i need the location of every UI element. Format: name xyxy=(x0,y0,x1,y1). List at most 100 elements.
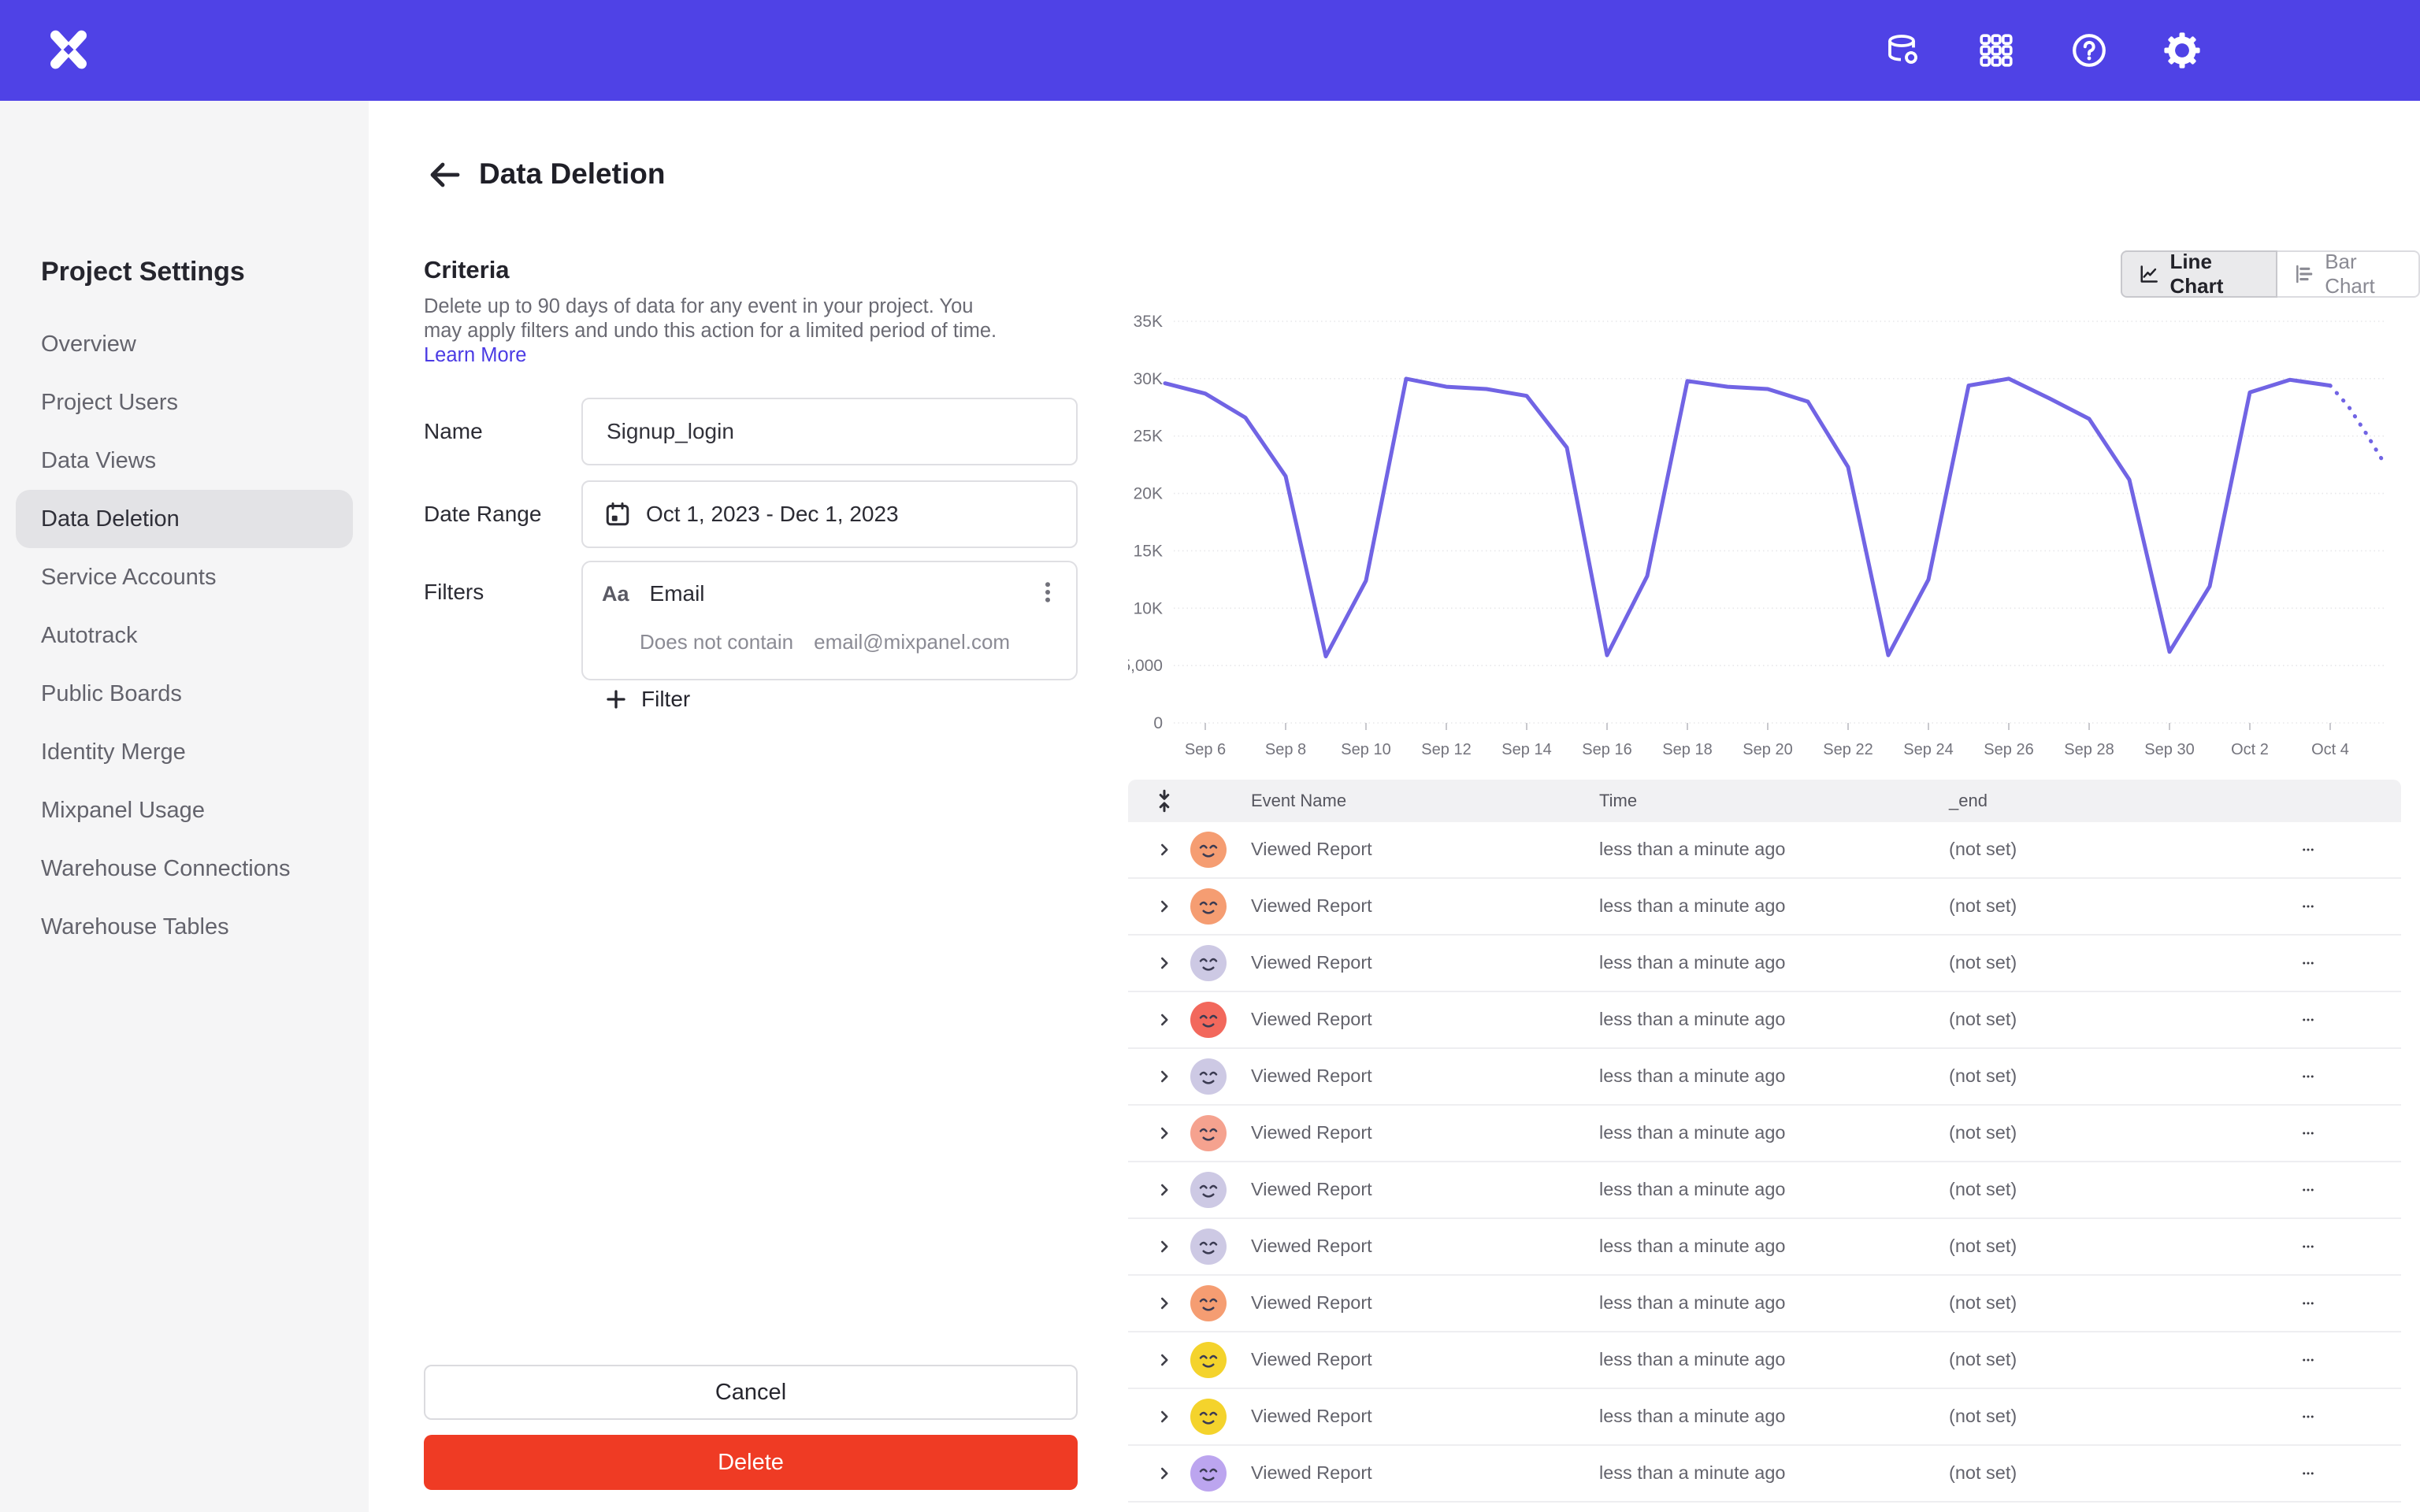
help-icon[interactable] xyxy=(2070,32,2108,69)
mixpanel-logo-icon[interactable] xyxy=(46,27,91,72)
table-row[interactable]: Viewed Reportless than a minute ago(not … xyxy=(1128,1332,2401,1389)
table-row[interactable]: Viewed Reportless than a minute ago(not … xyxy=(1128,1503,2401,1512)
user-avatar xyxy=(1190,1342,1227,1378)
bar-chart-icon xyxy=(2293,261,2315,287)
sidebar-item-mixpanel-usage[interactable]: Mixpanel Usage xyxy=(16,781,353,839)
plus-icon xyxy=(603,687,629,712)
settings-sidebar: Project Settings OverviewProject UsersDa… xyxy=(0,101,369,1512)
event-name-cell: Viewed Report xyxy=(1251,1349,1372,1370)
table-row[interactable]: Viewed Reportless than a minute ago(not … xyxy=(1128,822,2401,879)
row-expand-chevron-icon[interactable] xyxy=(1154,1406,1175,1427)
date-range-value: Oct 1, 2023 - Dec 1, 2023 xyxy=(646,502,899,527)
data-management-icon[interactable] xyxy=(1884,32,1922,69)
row-expand-chevron-icon[interactable] xyxy=(1154,1463,1175,1484)
sidebar-item-warehouse-tables[interactable]: Warehouse Tables xyxy=(16,898,353,956)
sidebar-item-public-boards[interactable]: Public Boards xyxy=(16,665,353,723)
table-row[interactable]: Viewed Reportless than a minute ago(not … xyxy=(1128,1219,2401,1276)
table-row[interactable]: Viewed Reportless than a minute ago(not … xyxy=(1128,1162,2401,1219)
end-cell: (not set) xyxy=(1949,1462,2017,1484)
page-title: Data Deletion xyxy=(479,158,665,191)
collapse-rows-icon[interactable] xyxy=(1150,787,1178,815)
date-range-input[interactable]: Oct 1, 2023 - Dec 1, 2023 xyxy=(581,480,1078,548)
table-row[interactable]: Viewed Reportless than a minute ago(not … xyxy=(1128,1276,2401,1332)
apps-grid-icon[interactable] xyxy=(1977,32,2015,69)
bar-chart-toggle-button[interactable]: Bar Chart xyxy=(2277,250,2420,298)
time-cell: less than a minute ago xyxy=(1599,952,1785,973)
user-avatar xyxy=(1190,1285,1227,1321)
row-expand-chevron-icon[interactable] xyxy=(1154,896,1175,917)
y-axis-tick-label: 5,000 xyxy=(1128,657,1163,675)
projection-dotted-line xyxy=(2330,386,2385,464)
back-arrow-button[interactable] xyxy=(425,156,463,194)
row-actions-ellipsis-icon[interactable] xyxy=(2291,1183,2325,1197)
table-row[interactable]: Viewed Reportless than a minute ago(not … xyxy=(1128,992,2401,1049)
row-expand-chevron-icon[interactable] xyxy=(1154,953,1175,973)
row-expand-chevron-icon[interactable] xyxy=(1154,1066,1175,1087)
row-actions-ellipsis-icon[interactable] xyxy=(2291,1013,2325,1027)
row-actions-ellipsis-icon[interactable] xyxy=(2291,1126,2325,1140)
sidebar-item-warehouse-connections[interactable]: Warehouse Connections xyxy=(16,839,353,898)
row-actions-ellipsis-icon[interactable] xyxy=(2291,899,2325,914)
sidebar-item-autotrack[interactable]: Autotrack xyxy=(16,606,353,665)
row-actions-ellipsis-icon[interactable] xyxy=(2291,843,2325,857)
sidebar-item-data-views[interactable]: Data Views xyxy=(16,432,353,490)
row-expand-chevron-icon[interactable] xyxy=(1154,1123,1175,1143)
user-avatar xyxy=(1190,1058,1227,1095)
column-header-time[interactable]: Time xyxy=(1599,791,1637,811)
x-axis-tick-label: Sep 8 xyxy=(1265,741,1306,758)
row-actions-ellipsis-icon[interactable] xyxy=(2291,1296,2325,1310)
user-avatar xyxy=(1190,945,1227,981)
sidebar-item-project-users[interactable]: Project Users xyxy=(16,373,353,432)
bar-chart-toggle-label: Bar Chart xyxy=(2325,250,2403,298)
filter-property-name: Email xyxy=(650,581,705,606)
y-axis-tick-label: 30K xyxy=(1134,370,1163,388)
filter-card[interactable]: Aa Email Does not contain email@mixpanel… xyxy=(581,561,1078,680)
table-row[interactable]: Viewed Reportless than a minute ago(not … xyxy=(1128,1389,2401,1446)
learn-more-link[interactable]: Learn More xyxy=(424,344,526,366)
time-cell: less than a minute ago xyxy=(1599,1009,1785,1030)
filter-kebab-menu-icon[interactable] xyxy=(1034,578,1062,606)
column-header-end[interactable]: _end xyxy=(1949,791,1988,811)
table-row[interactable]: Viewed Reportless than a minute ago(not … xyxy=(1128,879,2401,936)
filter-property-row: Aa Email xyxy=(602,581,705,606)
row-actions-ellipsis-icon[interactable] xyxy=(2291,1410,2325,1424)
filter-value[interactable]: email@mixpanel.com xyxy=(814,630,1010,654)
row-expand-chevron-icon[interactable] xyxy=(1154,1180,1175,1200)
row-actions-ellipsis-icon[interactable] xyxy=(2291,1466,2325,1480)
line-chart-toggle-button[interactable]: Line Chart xyxy=(2121,250,2277,298)
row-actions-ellipsis-icon[interactable] xyxy=(2291,1240,2325,1254)
row-expand-chevron-icon[interactable] xyxy=(1154,1293,1175,1314)
y-axis-tick-label: 25K xyxy=(1134,428,1163,446)
row-expand-chevron-icon[interactable] xyxy=(1154,1350,1175,1370)
row-expand-chevron-icon[interactable] xyxy=(1154,1236,1175,1257)
row-actions-ellipsis-icon[interactable] xyxy=(2291,956,2325,970)
criteria-description: Delete up to 90 days of data for any eve… xyxy=(424,295,1016,368)
sidebar-item-identity-merge[interactable]: Identity Merge xyxy=(16,723,353,781)
row-actions-ellipsis-icon[interactable] xyxy=(2291,1353,2325,1367)
row-actions-ellipsis-icon[interactable] xyxy=(2291,1069,2325,1084)
y-axis-tick-label: 0 xyxy=(1153,714,1163,732)
sidebar-item-service-accounts[interactable]: Service Accounts xyxy=(16,548,353,606)
sidebar-title: Project Settings xyxy=(41,257,245,287)
name-input[interactable]: Signup_login xyxy=(581,398,1078,465)
filters-label: Filters xyxy=(424,580,484,605)
sidebar-item-data-deletion[interactable]: Data Deletion xyxy=(16,490,353,548)
time-cell: less than a minute ago xyxy=(1599,1462,1785,1484)
table-row[interactable]: Viewed Reportless than a minute ago(not … xyxy=(1128,1106,2401,1162)
table-row[interactable]: Viewed Reportless than a minute ago(not … xyxy=(1128,936,2401,992)
table-row[interactable]: Viewed Reportless than a minute ago(not … xyxy=(1128,1446,2401,1503)
add-filter-button[interactable]: Filter xyxy=(603,687,690,712)
filter-operator[interactable]: Does not contain xyxy=(640,630,793,654)
table-header-row: Event Name Time _end xyxy=(1128,780,2401,822)
table-row[interactable]: Viewed Reportless than a minute ago(not … xyxy=(1128,1049,2401,1106)
criteria-description-text: Delete up to 90 days of data for any eve… xyxy=(424,295,997,342)
sidebar-item-overview[interactable]: Overview xyxy=(16,315,353,373)
time-cell: less than a minute ago xyxy=(1599,1349,1785,1370)
date-range-label: Date Range xyxy=(424,502,541,527)
column-header-event-name[interactable]: Event Name xyxy=(1251,791,1346,811)
row-expand-chevron-icon[interactable] xyxy=(1154,1010,1175,1030)
settings-gear-icon[interactable] xyxy=(2163,32,2201,69)
cancel-button[interactable]: Cancel xyxy=(424,1365,1078,1420)
row-expand-chevron-icon[interactable] xyxy=(1154,839,1175,860)
delete-button[interactable]: Delete xyxy=(424,1435,1078,1490)
